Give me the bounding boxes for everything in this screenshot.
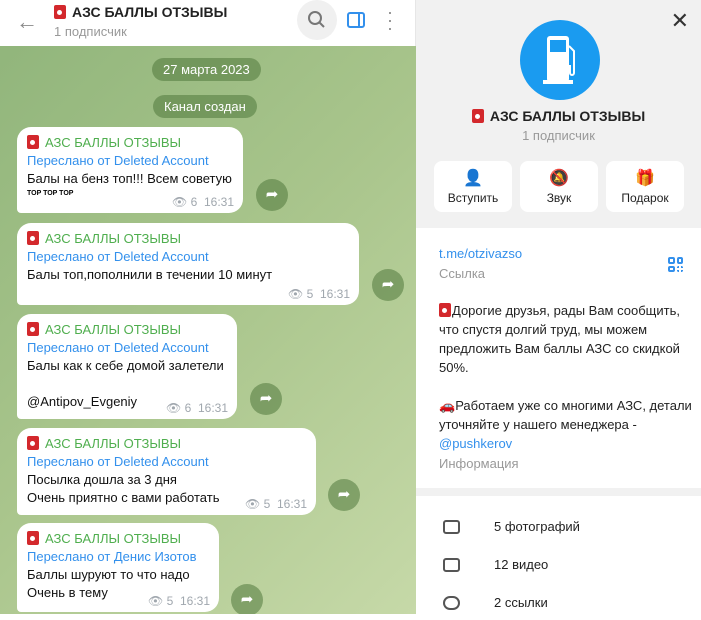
fuel-pump-emoji-icon: [439, 303, 451, 317]
fuel-pump-emoji-icon: [27, 135, 39, 149]
gift-button[interactable]: 🎁 Подарок: [606, 161, 684, 212]
message: АЗС БАЛЛЫ ОТЗЫВЫ Переслано от Deleted Ac…: [17, 428, 316, 515]
gift-icon: 🎁: [635, 170, 655, 187]
message: АЗС БАЛЛЫ ОТЗЫВЫ Переслано от Deleted Ac…: [17, 127, 243, 213]
link-icon: [443, 596, 460, 610]
message-author[interactable]: АЗС БАЛЛЫ ОТЗЫВЫ: [45, 531, 181, 546]
forwarded-from[interactable]: Переслано от Deleted Account: [27, 453, 306, 471]
avatar[interactable]: [520, 20, 600, 100]
back-arrow-icon[interactable]: ←: [16, 9, 38, 35]
message-meta: 👁 5 16:31: [288, 287, 350, 301]
fuel-pump-emoji-icon: [27, 436, 39, 450]
forward-button[interactable]: ➦: [328, 479, 360, 511]
info-label: Информация: [439, 456, 519, 471]
message-meta: 👁 5 16:31: [148, 594, 210, 608]
channel-link[interactable]: t.me/otzivazso: [439, 246, 522, 261]
forwarded-from[interactable]: Переслано от Deleted Account: [27, 248, 349, 266]
message-author[interactable]: АЗС БАЛЛЫ ОТЗЫВЫ: [45, 436, 181, 451]
forward-button[interactable]: ➦: [372, 269, 404, 301]
forwarded-from[interactable]: Переслано от Deleted Account: [27, 152, 233, 170]
message-author[interactable]: АЗС БАЛЛЫ ОТЗЫВЫ: [45, 322, 181, 337]
divider: [416, 488, 701, 496]
forward-button[interactable]: ➦: [231, 584, 263, 614]
fuel-pump-icon: [543, 36, 575, 84]
fuel-pump-emoji-icon: [471, 109, 484, 123]
join-button[interactable]: 👤 Вступить: [434, 161, 512, 212]
side-panel-toggle-icon[interactable]: [347, 12, 365, 28]
sound-button[interactable]: 🔕 Звук: [520, 161, 598, 212]
qr-code-icon[interactable]: [668, 257, 683, 272]
message-text: Балы на бенз топ!!! Всем советую: [27, 171, 232, 186]
more-vertical-icon[interactable]: · · ·: [385, 3, 395, 37]
fuel-pump-emoji-icon: [27, 531, 39, 545]
message-author[interactable]: АЗС БАЛЛЫ ОТЗЫВЫ: [45, 231, 181, 246]
message-text: Балы топ,пополнили в течении 10 минут: [27, 267, 273, 282]
fuel-pump-emoji-icon: [27, 231, 39, 245]
message-text: Баллы шуруют то что надо: [27, 567, 190, 582]
add-user-icon: 👤: [463, 170, 483, 187]
forwarded-from[interactable]: Переслано от Deleted Account: [27, 339, 227, 357]
message: АЗС БАЛЛЫ ОТЗЫВЫ Переслано от Deleted Ac…: [17, 223, 359, 305]
service-message: Канал создан: [153, 95, 257, 118]
link-label: Ссылка: [439, 266, 486, 281]
photo-icon: [443, 520, 460, 534]
chat-header: ← АЗС БАЛЛЫ ОТЗЫВЫ 1 подписчик · · ·: [0, 0, 416, 46]
forwarded-from[interactable]: Переслано от Денис Изотов: [27, 548, 209, 566]
search-button[interactable]: [297, 0, 337, 40]
message-meta: 👁 6 16:31: [172, 195, 234, 209]
message-meta: 👁 5 16:31: [245, 497, 307, 511]
chat-panel: 27 марта 2023 Канал создан АЗС БАЛЛЫ ОТЗ…: [0, 0, 416, 614]
media-photos[interactable]: 5 фотографий: [416, 514, 701, 544]
fuel-pump-emoji-icon: [54, 5, 66, 19]
message: АЗС БАЛЛЫ ОТЗЫВЫ Переслано от Deleted Ac…: [17, 314, 237, 419]
channel-title[interactable]: АЗС БАЛЛЫ ОТЗЫВЫ: [54, 4, 227, 20]
forward-button[interactable]: ➦: [250, 383, 282, 415]
fuel-pump-emoji-icon: [27, 322, 39, 336]
message-meta: 👁 6 16:31: [166, 401, 228, 415]
video-icon: [443, 558, 460, 572]
message-author[interactable]: АЗС БАЛЛЫ ОТЗЫВЫ: [45, 135, 181, 150]
profile-title: АЗС БАЛЛЫ ОТЗЫВЫ: [416, 108, 701, 124]
bell-muted-icon: 🔕: [549, 170, 569, 187]
subscriber-count: 1 подписчик: [54, 24, 127, 39]
media-videos[interactable]: 12 видео: [416, 552, 701, 582]
forward-button[interactable]: ➦: [256, 179, 288, 211]
media-links[interactable]: 2 ссылки: [416, 590, 701, 620]
channel-info-panel: ✕ АЗС БАЛЛЫ ОТЗЫВЫ 1 подписчик 👤 Вступить…: [416, 0, 701, 614]
channel-description: Дорогие друзья, рады Вам сообщить, что с…: [439, 303, 692, 451]
message-text: Балы как к себе домой залетели: [27, 358, 224, 373]
search-icon: [308, 11, 325, 28]
date-pill: 27 марта 2023: [152, 58, 261, 81]
message-text: Посылка дошла за 3 дня: [27, 472, 177, 487]
close-icon[interactable]: ✕: [671, 8, 689, 34]
profile-subscribers: 1 подписчик: [522, 128, 595, 143]
car-emoji-icon: 🚗: [439, 398, 456, 413]
manager-mention[interactable]: @pushkerov: [439, 436, 512, 451]
message: АЗС БАЛЛЫ ОТЗЫВЫ Переслано от Денис Изот…: [17, 523, 219, 612]
